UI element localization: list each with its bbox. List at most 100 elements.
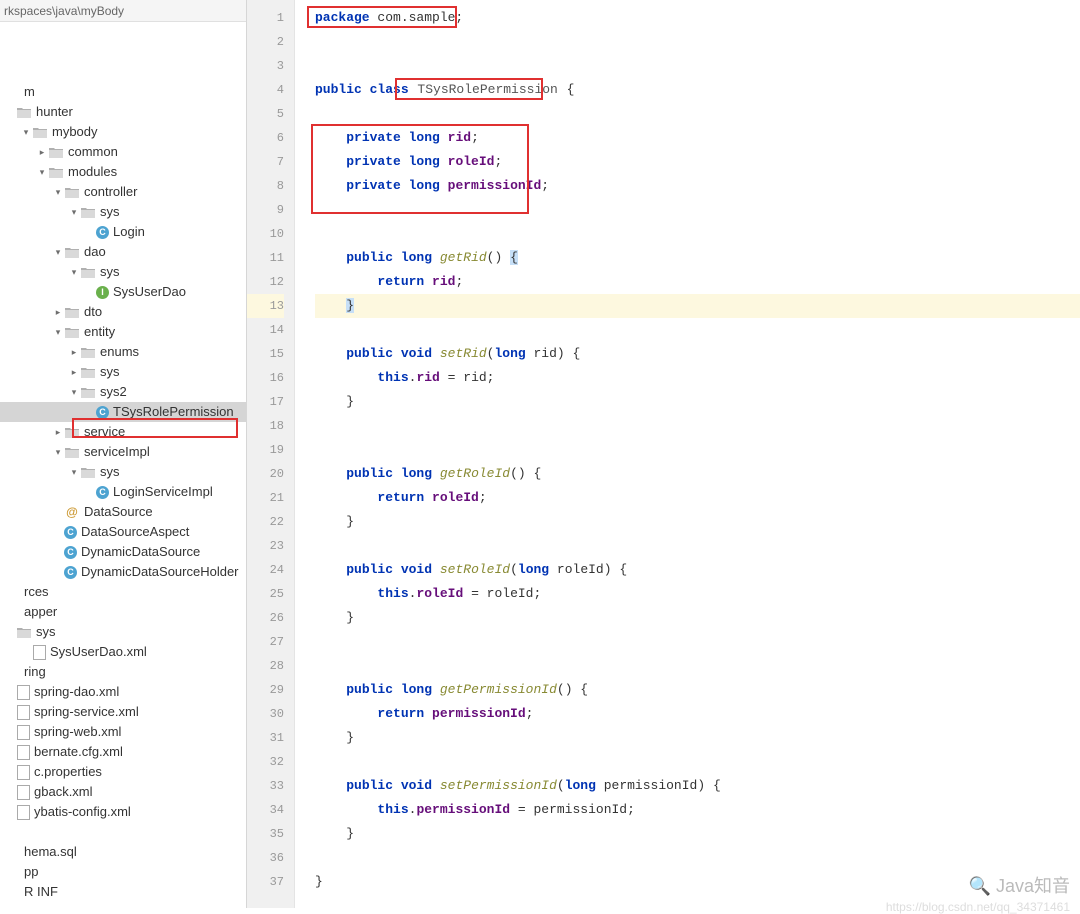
tree-item[interactable]: ▸spring-web.xml <box>0 722 246 742</box>
chevron-right-icon[interactable]: ▸ <box>68 362 80 382</box>
tree-item[interactable]: ▾dao <box>0 242 246 262</box>
code-line[interactable] <box>315 438 1080 462</box>
code-area[interactable]: package com.sample; public class TSysRol… <box>295 0 1080 908</box>
code-line[interactable]: } <box>315 822 1080 846</box>
tree-item[interactable]: ▾sys <box>0 262 246 282</box>
code-line[interactable] <box>315 630 1080 654</box>
code-line[interactable] <box>315 54 1080 78</box>
chevron-right-icon[interactable]: ▸ <box>36 142 48 162</box>
code-line[interactable]: public long getRid() { <box>315 246 1080 270</box>
tree-item[interactable]: ▸enums <box>0 342 246 362</box>
tree-item[interactable]: ▸c.properties <box>0 762 246 782</box>
tree-item[interactable]: ▸common <box>0 142 246 162</box>
code-line[interactable]: public void setRoleId(long roleId) { <box>315 558 1080 582</box>
code-line[interactable]: public long getPermissionId() { <box>315 678 1080 702</box>
chevron-down-icon[interactable]: ▾ <box>68 462 80 482</box>
code-line[interactable]: } <box>315 390 1080 414</box>
code-line[interactable]: public class TSysRolePermission { <box>315 78 1080 102</box>
chevron-down-icon[interactable]: ▾ <box>52 322 64 342</box>
code-line[interactable]: return roleId; <box>315 486 1080 510</box>
project-tree[interactable]: ▸m▸hunter▾mybody▸common▾modules▾controll… <box>0 22 246 902</box>
code-line[interactable] <box>315 414 1080 438</box>
chevron-down-icon[interactable]: ▾ <box>52 242 64 262</box>
tree-item[interactable]: ▸gback.xml <box>0 782 246 802</box>
code-line[interactable] <box>315 318 1080 342</box>
chevron-right-icon[interactable]: ▸ <box>68 342 80 362</box>
code-line[interactable] <box>315 198 1080 222</box>
tree-item[interactable]: ▸service <box>0 422 246 442</box>
code-editor[interactable]: 1234567891011121314151617181920212223242… <box>247 0 1080 908</box>
code-line[interactable] <box>315 102 1080 126</box>
tree-item[interactable]: ▸dto <box>0 302 246 322</box>
tree-item[interactable]: ▸hunter <box>0 102 246 122</box>
code-line[interactable]: } <box>315 294 1080 318</box>
code-line[interactable]: private long roleId; <box>315 150 1080 174</box>
code-line[interactable]: this.rid = rid; <box>315 366 1080 390</box>
code-line[interactable] <box>315 846 1080 870</box>
tree-item[interactable]: ▸CDynamicDataSourceHolder <box>0 562 246 582</box>
chevron-down-icon[interactable]: ▾ <box>68 262 80 282</box>
code-line[interactable] <box>315 534 1080 558</box>
tree-item[interactable]: ▸@DataSource <box>0 502 246 522</box>
code-line[interactable]: } <box>315 870 1080 894</box>
code-line[interactable] <box>315 222 1080 246</box>
code-line[interactable]: package com.sample; <box>315 6 1080 30</box>
line-number: 31 <box>247 726 284 750</box>
chevron-down-icon[interactable]: ▾ <box>52 442 64 462</box>
tree-item[interactable]: ▾mybody <box>0 122 246 142</box>
chevron-down-icon[interactable]: ▾ <box>52 182 64 202</box>
tree-item[interactable]: ▾sys <box>0 462 246 482</box>
tree-item[interactable]: ▸ <box>0 822 246 842</box>
tree-item[interactable]: ▸hema.sql <box>0 842 246 862</box>
chevron-right-icon[interactable]: ▸ <box>52 422 64 442</box>
tree-item[interactable]: ▾ controller <box>0 182 246 202</box>
chevron-down-icon[interactable]: ▾ <box>68 382 80 402</box>
tree-item[interactable]: ▸SysUserDao.xml <box>0 642 246 662</box>
tree-item[interactable]: ▾modules <box>0 162 246 182</box>
tree-item[interactable]: ▸apper <box>0 602 246 622</box>
code-line[interactable]: private long rid; <box>315 126 1080 150</box>
line-number: 23 <box>247 534 284 558</box>
tree-item[interactable]: ▸ISysUserDao <box>0 282 246 302</box>
code-line[interactable]: } <box>315 510 1080 534</box>
tree-item[interactable]: ▸sys <box>0 362 246 382</box>
tree-item[interactable]: ▸CDynamicDataSource <box>0 542 246 562</box>
code-line[interactable] <box>315 750 1080 774</box>
tree-item[interactable]: ▸R INF <box>0 882 246 902</box>
tree-item[interactable]: ▸ring <box>0 662 246 682</box>
code-line[interactable]: } <box>315 606 1080 630</box>
chevron-right-icon[interactable]: ▸ <box>52 302 64 322</box>
tree-item[interactable]: ▾serviceImpl <box>0 442 246 462</box>
tree-item[interactable]: ▸CLoginServiceImpl <box>0 482 246 502</box>
tree-item[interactable]: ▸pp <box>0 862 246 882</box>
tree-item[interactable]: ▾entity <box>0 322 246 342</box>
chevron-down-icon[interactable]: ▾ <box>36 162 48 182</box>
code-line[interactable] <box>315 654 1080 678</box>
code-line[interactable]: } <box>315 726 1080 750</box>
tree-item[interactable]: ▸CDataSourceAspect <box>0 522 246 542</box>
tree-item[interactable]: ▸spring-service.xml <box>0 702 246 722</box>
tree-item[interactable]: ▸bernate.cfg.xml <box>0 742 246 762</box>
code-line[interactable]: private long permissionId; <box>315 174 1080 198</box>
code-line[interactable]: return rid; <box>315 270 1080 294</box>
code-line[interactable] <box>315 30 1080 54</box>
tree-item[interactable]: ▸ybatis-config.xml <box>0 802 246 822</box>
code-line[interactable]: this.permissionId = permissionId; <box>315 798 1080 822</box>
tree-item[interactable]: ▾sys <box>0 202 246 222</box>
tree-item[interactable]: ▸rces <box>0 582 246 602</box>
chevron-down-icon[interactable]: ▾ <box>68 202 80 222</box>
chevron-down-icon[interactable]: ▾ <box>20 122 32 142</box>
tree-item[interactable]: ▸CLogin <box>0 222 246 242</box>
tree-item[interactable]: ▸CTSysRolePermission <box>0 402 246 422</box>
code-line[interactable]: this.roleId = roleId; <box>315 582 1080 606</box>
tree-item[interactable]: ▸m <box>0 82 246 102</box>
tree-item-label: controller <box>84 182 137 202</box>
blank-icon <box>16 584 20 600</box>
code-line[interactable]: public void setRid(long rid) { <box>315 342 1080 366</box>
code-line[interactable]: public void setPermissionId(long permiss… <box>315 774 1080 798</box>
tree-item[interactable]: ▾sys2 <box>0 382 246 402</box>
tree-item[interactable]: ▸spring-dao.xml <box>0 682 246 702</box>
tree-item[interactable]: ▸sys <box>0 622 246 642</box>
code-line[interactable]: public long getRoleId() { <box>315 462 1080 486</box>
code-line[interactable]: return permissionId; <box>315 702 1080 726</box>
